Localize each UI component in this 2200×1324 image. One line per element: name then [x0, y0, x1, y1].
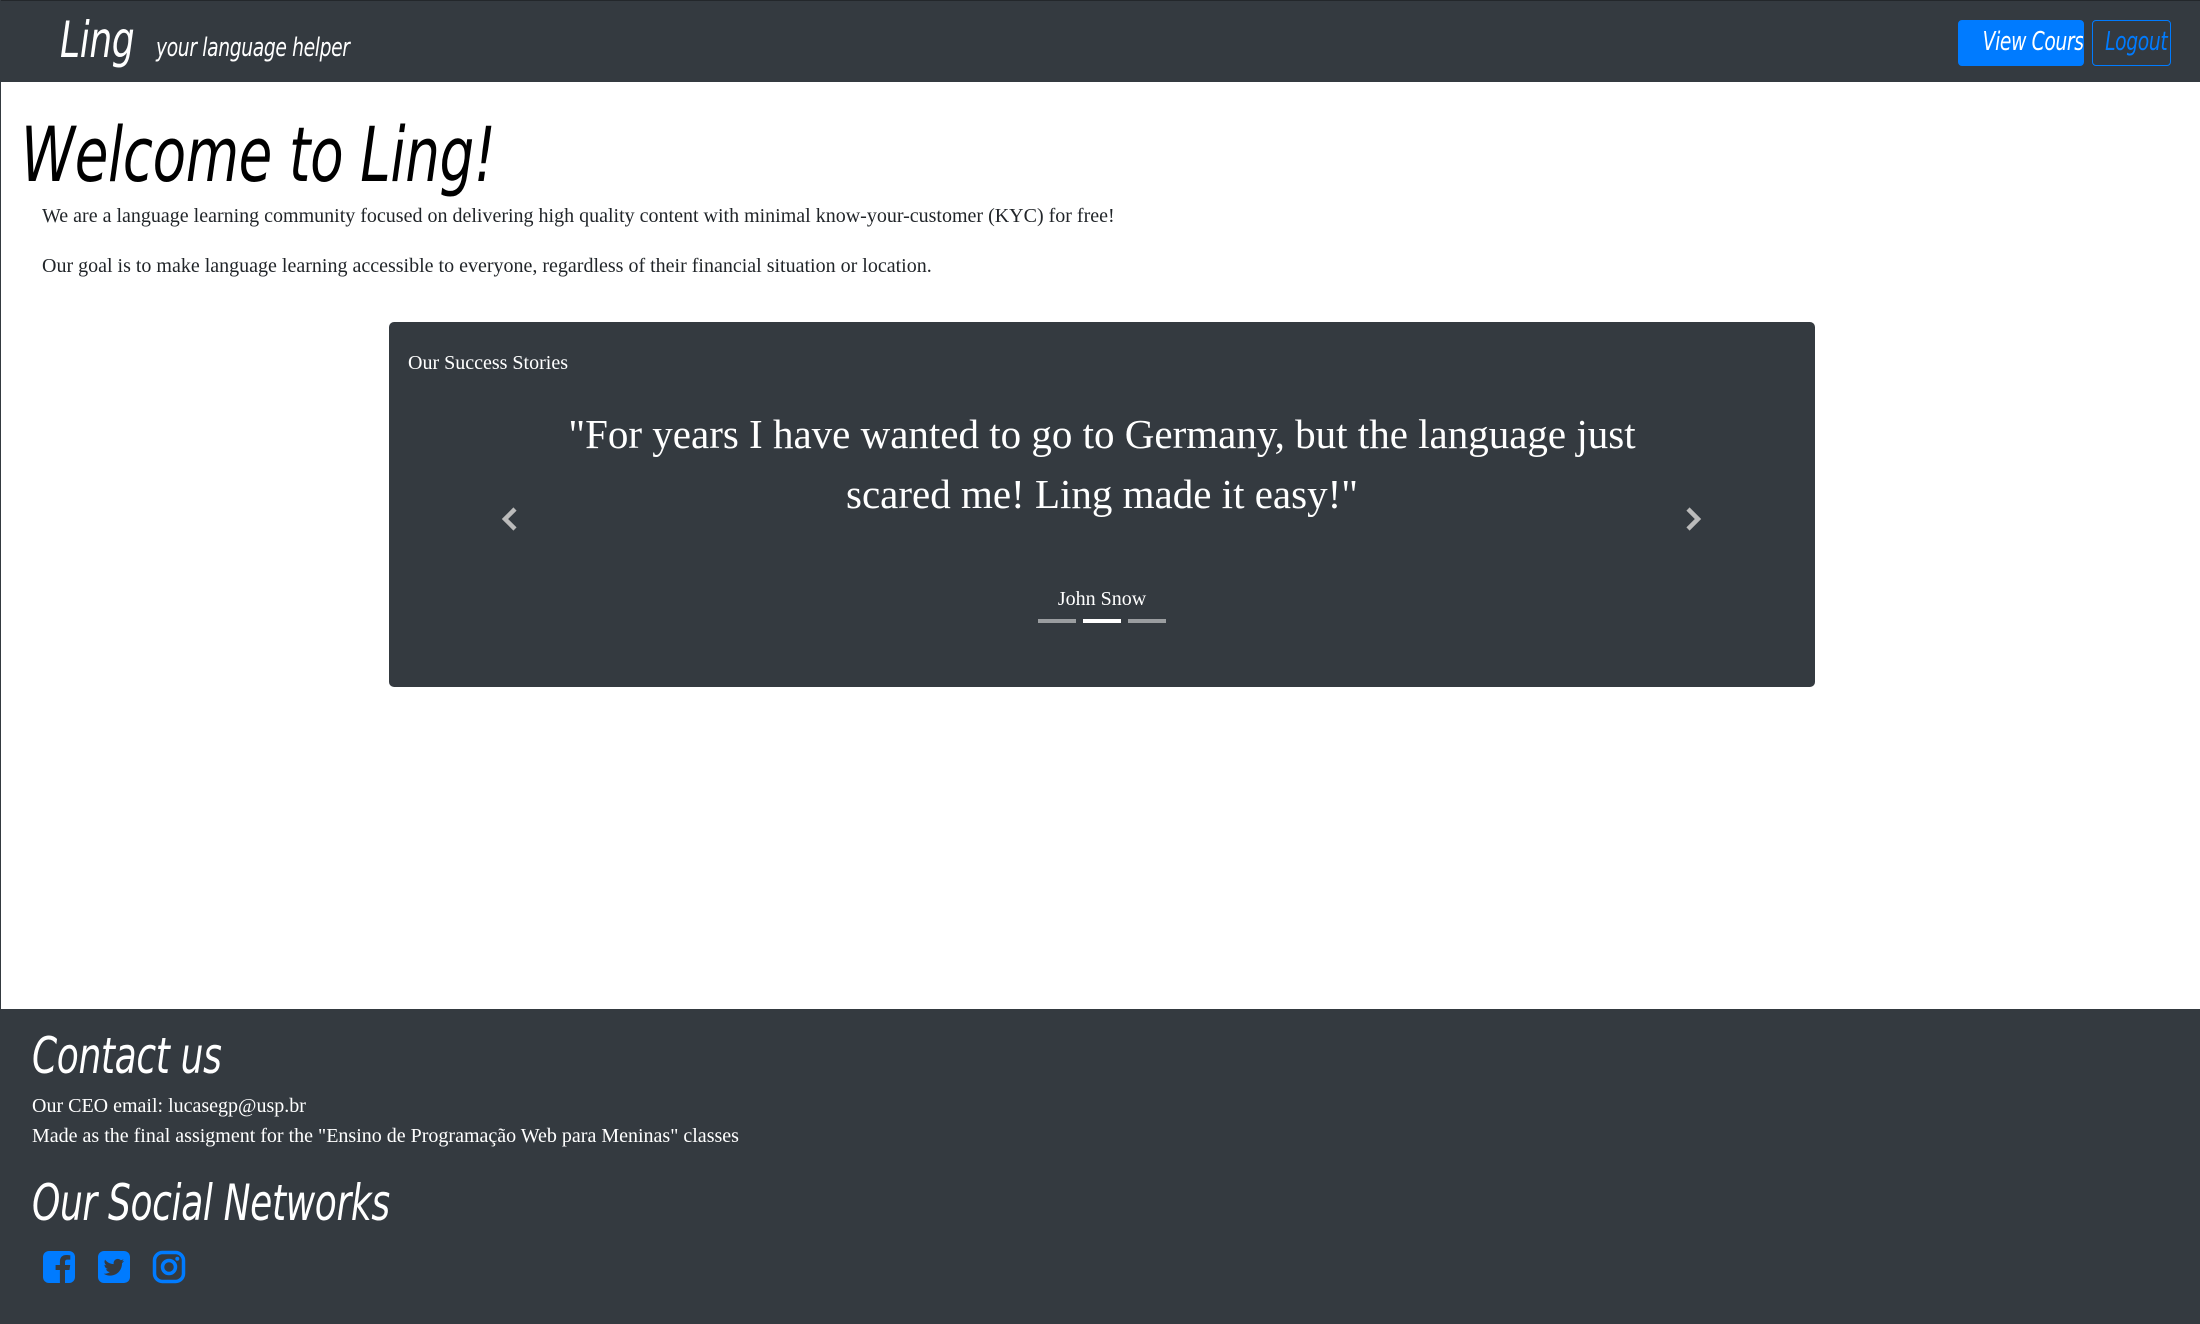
carousel-next-button[interactable] — [1677, 504, 1707, 534]
page-title: Welcome to Ling! — [21, 110, 496, 199]
navbar: Ling your language helper View Courses L… — [1, 0, 2200, 82]
twitter-link[interactable] — [96, 1249, 132, 1285]
brand-logo[interactable]: Ling — [60, 11, 135, 69]
carousel-title: Our Success Stories — [408, 352, 568, 374]
twitter-icon — [98, 1251, 130, 1283]
instagram-icon — [152, 1250, 186, 1284]
testimonial-author: John Snow — [1057, 588, 1147, 610]
goal-paragraph: Our goal is to make language learning ac… — [42, 255, 932, 277]
view-courses-button[interactable]: View Courses — [1958, 20, 2084, 66]
footer: Contact us Our CEO email: lucasegp@usp.b… — [1, 1009, 2200, 1324]
carousel-indicator-3[interactable] — [1128, 619, 1166, 623]
brand-tagline: your language helper — [156, 33, 350, 63]
ceo-email: Our CEO email: lucasegp@usp.br — [32, 1095, 306, 1117]
intro-paragraph: We are a language learning community foc… — [42, 205, 1115, 227]
facebook-link[interactable] — [41, 1249, 77, 1285]
chevron-left-icon — [501, 507, 517, 531]
instagram-link[interactable] — [151, 1249, 187, 1285]
social-heading: Our Social Networks — [32, 1174, 390, 1232]
success-stories-carousel: Our Success Stories "For years I have wa… — [389, 322, 1815, 687]
carousel-indicator-2[interactable] — [1083, 619, 1121, 623]
made-for-note: Made as the final assigment for the "Ens… — [32, 1125, 739, 1147]
carousel-prev-button[interactable] — [496, 504, 526, 534]
view-courses-label: View Courses — [1982, 27, 2084, 57]
chevron-right-icon — [1686, 507, 1702, 531]
testimonial-quote: "For years I have wanted to go to German… — [568, 411, 1636, 517]
logout-button[interactable]: Logout — [2092, 20, 2171, 66]
facebook-icon — [43, 1251, 75, 1283]
carousel-indicator-1[interactable] — [1038, 619, 1076, 623]
contact-heading: Contact us — [32, 1027, 222, 1085]
logout-label: Logout — [2105, 27, 2168, 57]
